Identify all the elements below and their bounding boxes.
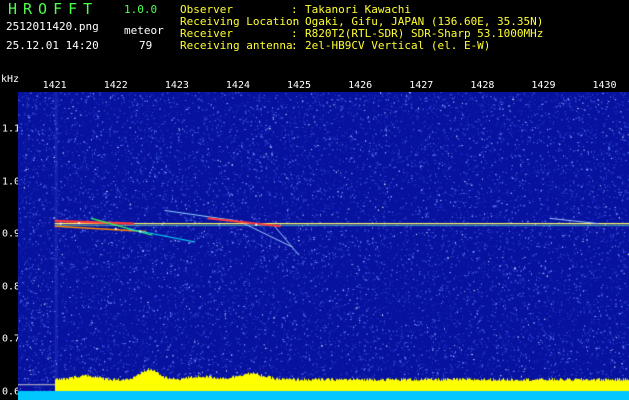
app-version: 1.0.0 <box>124 3 158 16</box>
file-name: 2512011420.png <box>6 20 99 33</box>
meteor-label: meteor <box>124 24 164 37</box>
meteor-count: 79 <box>139 39 153 52</box>
x-tick-label: 1430 <box>592 80 617 91</box>
x-tick-label: 1424 <box>225 80 250 91</box>
header-panel: HROFFT 1.0.0 2512011420.png 25.12.01 14:… <box>0 0 629 72</box>
x-tick-label: 1426 <box>348 80 373 91</box>
antenna-colon: : <box>291 39 298 52</box>
x-tick-label: 1425 <box>287 80 312 91</box>
timestamp: 25.12.01 14:20 <box>6 39 99 52</box>
antenna-value: 2el-HB9CV Vertical (el. E-W) <box>305 39 491 52</box>
spectrogram-canvas <box>18 92 629 400</box>
x-tick-label: 1427 <box>409 80 434 91</box>
x-tick-label: 1428 <box>470 80 495 91</box>
x-tick-label: 1429 <box>531 80 556 91</box>
x-tick-label: 1421 <box>42 80 67 91</box>
x-tick-label: 1422 <box>103 80 128 91</box>
antenna-label: Receiving antenna <box>180 39 293 52</box>
unit-label: kHz <box>1 74 20 85</box>
x-tick-label: 1423 <box>164 80 189 91</box>
app-title: HROFFT <box>8 0 99 18</box>
